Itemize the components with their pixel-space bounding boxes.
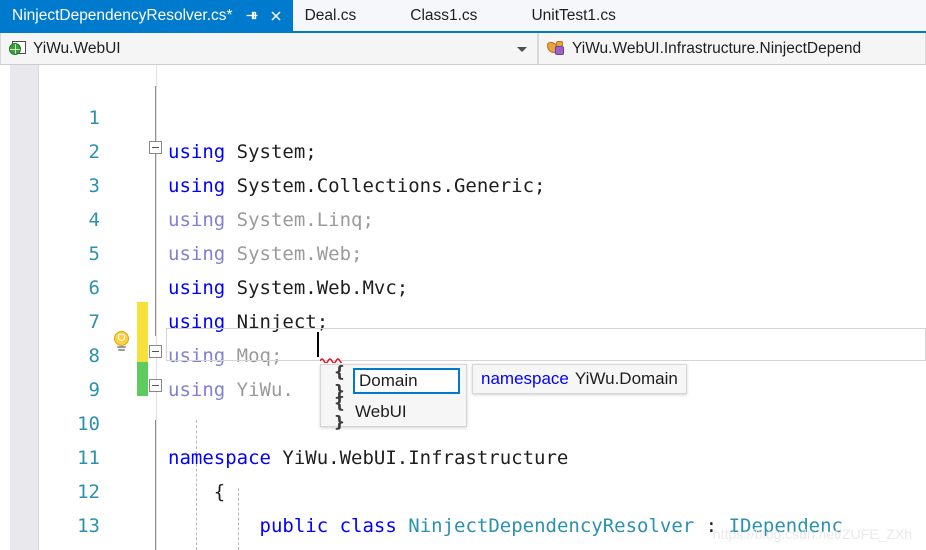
- pin-icon[interactable]: [245, 9, 259, 23]
- namespace-icon: { }: [333, 392, 345, 431]
- code-line[interactable]: 13 {: [0, 475, 926, 550]
- tab-label: NinjectDependencyResolver.cs*: [12, 6, 233, 24]
- lightbulb-icon[interactable]: [112, 331, 131, 351]
- project-dropdown-label: YiWu.WebUI: [33, 39, 121, 57]
- code-line[interactable]: 7 using Moq;: [0, 271, 926, 367]
- completion-item-domain[interactable]: { } Domain: [321, 362, 466, 400]
- quick-info-keyword: namespace: [481, 369, 569, 388]
- tab-ninjectdependencyresolver[interactable]: NinjectDependencyResolver.cs*: [0, 0, 293, 31]
- quick-info-tooltip: namespace YiWu.Domain: [472, 364, 687, 394]
- chevron-down-icon[interactable]: [517, 46, 527, 52]
- close-icon[interactable]: [269, 9, 283, 23]
- tab-deal[interactable]: Deal.cs: [292, 0, 399, 31]
- tab-strip-empty-area: [657, 0, 926, 31]
- type-dropdown[interactable]: YiWu.WebUI.Infrastructure.NinjectDepend: [538, 33, 926, 64]
- quick-info-name: YiWu.Domain: [574, 369, 678, 388]
- tab-label: Deal.cs: [304, 6, 357, 24]
- intellisense-completion-list[interactable]: { } Domain { } WebUI: [320, 362, 467, 431]
- tab-label: Class1.cs: [410, 6, 478, 24]
- watermark: https://blog.csdn.net/ZUFE_ZXh: [712, 526, 912, 542]
- current-line-highlight: [166, 328, 926, 361]
- code-line[interactable]: 3 using System.Linq;: [0, 135, 926, 231]
- editor-tab-strip: NinjectDependencyResolver.cs* Deal.cs Cl…: [0, 0, 926, 31]
- project-dropdown[interactable]: YiWu.WebUI: [0, 33, 538, 64]
- tab-label: UnitTest1.cs: [531, 6, 616, 24]
- type-dropdown-label: YiWu.WebUI.Infrastructure.NinjectDepend: [572, 39, 862, 57]
- code-line[interactable]: 15: [0, 543, 926, 550]
- project-globe-icon: [9, 41, 26, 56]
- code-line[interactable]: 12 public class NinjectDependencyResolve…: [0, 441, 926, 537]
- completion-item-label: Domain: [353, 367, 460, 394]
- text-caret: [317, 332, 319, 357]
- completion-item-webui[interactable]: { } WebUI: [321, 393, 466, 431]
- code-line[interactable]: 2 using System.Collections.Generic;: [0, 101, 926, 197]
- code-line[interactable]: 5 using System.Web.Mvc;: [0, 203, 926, 299]
- class-icon: [547, 41, 565, 56]
- navigation-bar: YiWu.WebUI YiWu.WebUI.Infrastructure.Nin…: [0, 33, 926, 65]
- code-line[interactable]: 4 using System.Web;: [0, 169, 926, 265]
- tab-unittest1[interactable]: UnitTest1.cs: [519, 0, 658, 31]
- completion-item-label: WebUI: [355, 402, 407, 421]
- code-line[interactable]: 6 using Ninject;: [0, 237, 926, 333]
- tab-class1[interactable]: Class1.cs: [398, 0, 520, 31]
- code-line[interactable]: 1 using System;: [0, 67, 926, 163]
- code-editor[interactable]: 1 using System; 2 using System.Collectio…: [0, 65, 926, 550]
